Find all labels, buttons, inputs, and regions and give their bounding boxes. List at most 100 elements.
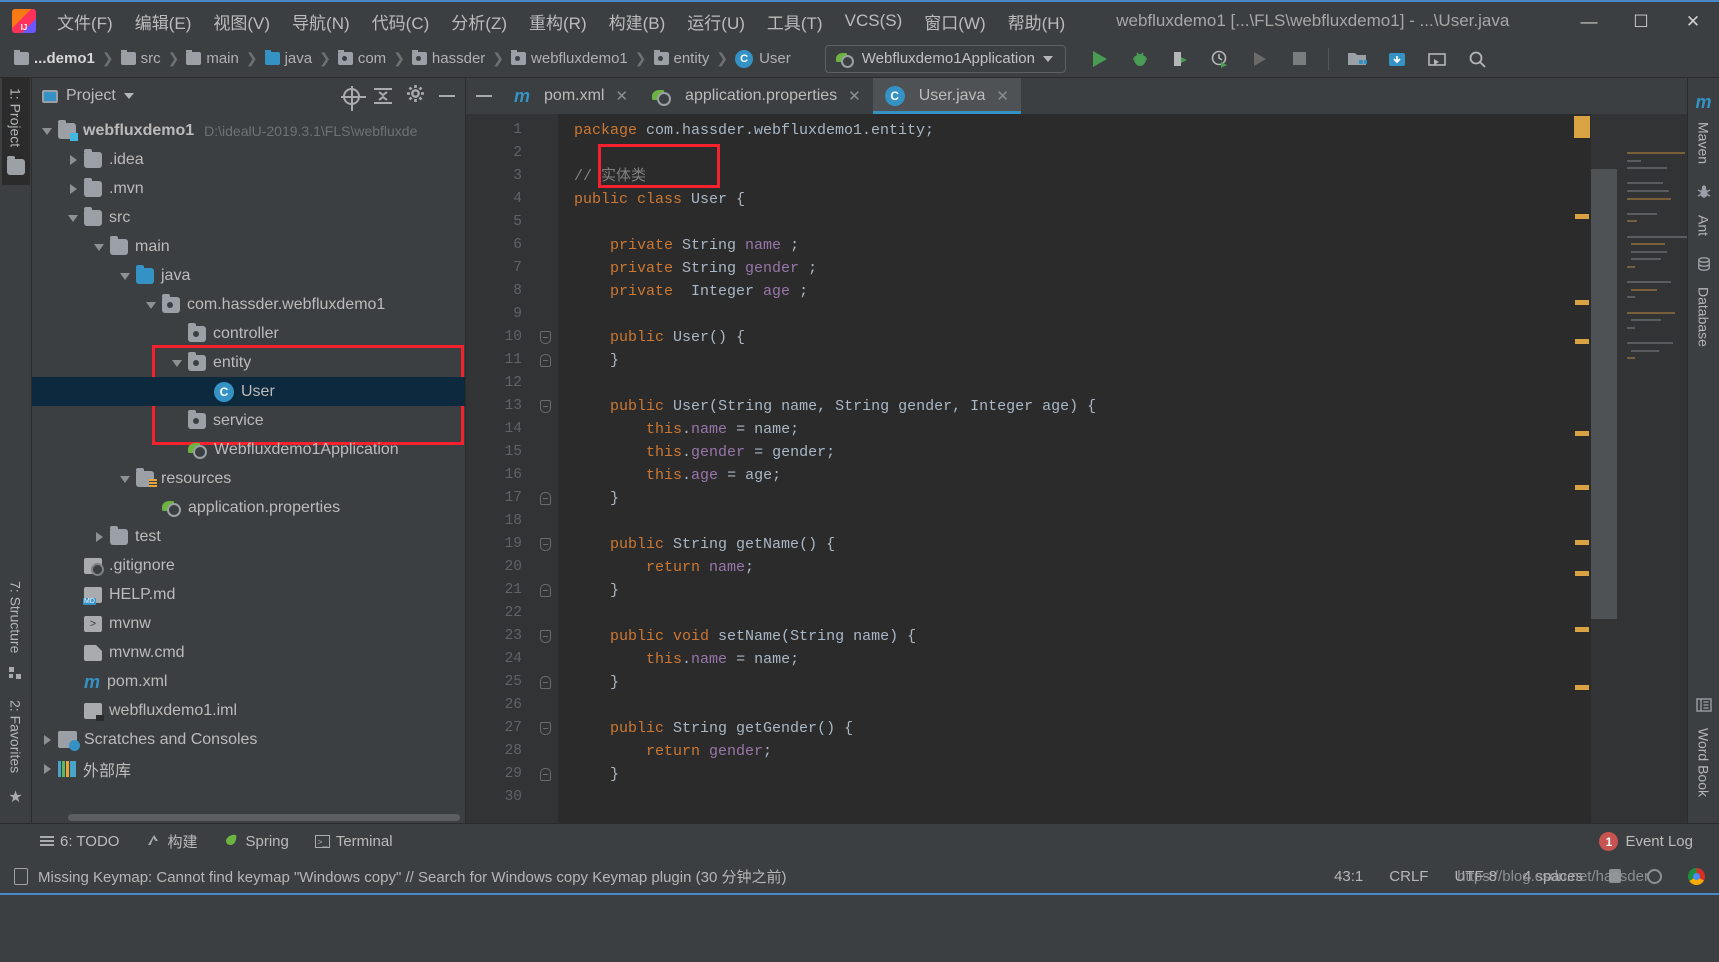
code-line[interactable]: public User() {: [574, 326, 1573, 349]
run-button[interactable]: [1080, 43, 1120, 75]
tree-item-user[interactable]: C User: [32, 377, 465, 406]
tree-item-service[interactable]: service: [32, 406, 465, 435]
error-stripe-marker[interactable]: [1575, 300, 1589, 305]
tree-item--gitignore[interactable]: .gitignore: [32, 551, 465, 580]
tree-item-resources[interactable]: resources: [32, 464, 465, 493]
tree-item-test[interactable]: test: [32, 522, 465, 551]
code-line[interactable]: this.name = name;: [574, 418, 1573, 441]
error-stripe-marker[interactable]: [1575, 485, 1589, 490]
chrome-icon[interactable]: [1688, 867, 1705, 885]
tree-item-scratches-and-consoles[interactable]: Scratches and Consoles: [32, 725, 465, 754]
minimize-button[interactable]: —: [1563, 2, 1615, 42]
screenshot-button[interactable]: [1417, 43, 1457, 75]
fold-marker-up[interactable]: [532, 487, 558, 510]
line-separator[interactable]: CRLF: [1389, 868, 1428, 885]
tree-item-application-properties[interactable]: application.properties: [32, 493, 465, 522]
code-line[interactable]: this.gender = gender;: [574, 441, 1573, 464]
fold-marker-down[interactable]: [532, 625, 558, 648]
tree-item--mvn[interactable]: .mvn: [32, 174, 465, 203]
close-button[interactable]: ✕: [1667, 2, 1719, 42]
menu-item-4[interactable]: 代码(C): [361, 4, 441, 39]
menu-item-12[interactable]: 帮助(H): [997, 4, 1077, 39]
chevron-down-icon[interactable]: [1042, 55, 1053, 62]
fold-marker-up[interactable]: [532, 763, 558, 786]
tree-item-webfluxdemo1application[interactable]: Webfluxdemo1Application: [32, 435, 465, 464]
breadcrumb-item-java[interactable]: java: [264, 49, 312, 67]
lock-icon[interactable]: [1609, 869, 1621, 883]
code-line[interactable]: public String getGender() {: [574, 717, 1573, 740]
inspection-face-icon[interactable]: [1647, 868, 1662, 884]
close-icon[interactable]: ✕: [848, 87, 861, 105]
code-line[interactable]: [574, 303, 1573, 326]
fold-gutter[interactable]: [532, 114, 558, 823]
sidebar-item-database[interactable]: Database: [1691, 246, 1717, 357]
indent-setting[interactable]: 4 spaces: [1523, 868, 1583, 885]
menu-item-3[interactable]: 导航(N): [281, 4, 361, 39]
fold-marker-up[interactable]: [532, 671, 558, 694]
code-line[interactable]: public void setName(String name) {: [574, 625, 1573, 648]
bottom-item-build[interactable]: 构建: [145, 831, 197, 852]
sidebar-item-project[interactable]: 1: Project: [1, 78, 30, 186]
fold-marker-up[interactable]: [532, 349, 558, 372]
maximize-button[interactable]: ☐: [1615, 2, 1667, 42]
breadcrumb-item-main[interactable]: main: [186, 49, 239, 67]
tree-item-mvnw-cmd[interactable]: mvnw.cmd: [32, 638, 465, 667]
menu-item-8[interactable]: 运行(U): [676, 4, 756, 39]
search-everywhere-button[interactable]: [1457, 43, 1497, 75]
chevron-down-icon[interactable]: [170, 355, 186, 371]
code-line[interactable]: }: [574, 763, 1573, 786]
code-line[interactable]: private String gender ;: [574, 257, 1573, 280]
chevron-right-icon[interactable]: [92, 529, 108, 545]
project-structure-button[interactable]: [1337, 43, 1377, 75]
chevron-right-icon[interactable]: [40, 732, 56, 748]
tab-user-java[interactable]: C User.java ✕: [872, 78, 1022, 114]
tree-item-mvnw[interactable]: > mvnw: [32, 609, 465, 638]
tree-item-com-hassder-webfluxdemo1[interactable]: com.hassder.webfluxdemo1: [32, 290, 465, 319]
menu-item-2[interactable]: 视图(V): [202, 4, 281, 39]
bottom-item-terminal[interactable]: >_ Terminal: [314, 833, 393, 850]
sidebar-item-favorites[interactable]: 2: Favorites ★: [3, 690, 29, 823]
project-view-chevron-icon[interactable]: [123, 93, 134, 99]
profiler-button[interactable]: [1200, 43, 1240, 75]
error-stripe-marker[interactable]: [1574, 116, 1590, 138]
chevron-down-icon[interactable]: [66, 210, 82, 226]
gear-icon[interactable]: [406, 84, 425, 108]
code-line[interactable]: public User(String name, String gender, …: [574, 395, 1573, 418]
source-code[interactable]: package com.hassder.webfluxdemo1.entity;…: [558, 114, 1573, 823]
rerun-button[interactable]: [1240, 43, 1280, 75]
tree-item-help-md[interactable]: HELP.md: [32, 580, 465, 609]
breadcrumb-item-src[interactable]: src: [120, 49, 161, 67]
fold-marker-down[interactable]: [532, 326, 558, 349]
sidebar-item-word-book[interactable]: Word Book: [1691, 687, 1717, 823]
collapse-all-icon[interactable]: [374, 88, 392, 104]
project-tree-horizontal-scrollbar[interactable]: [32, 811, 465, 823]
error-stripe-marker[interactable]: [1575, 540, 1589, 545]
stop-button[interactable]: [1280, 43, 1320, 75]
code-line[interactable]: [574, 372, 1573, 395]
code-line[interactable]: }: [574, 349, 1573, 372]
fold-marker-down[interactable]: [532, 533, 558, 556]
code-line[interactable]: }: [574, 671, 1573, 694]
error-stripe-marker[interactable]: [1575, 214, 1589, 219]
code-line[interactable]: return name;: [574, 556, 1573, 579]
code-line[interactable]: [574, 694, 1573, 717]
breadcrumb-item-com[interactable]: com: [337, 49, 386, 67]
error-stripe-marker[interactable]: [1575, 571, 1589, 576]
menu-item-9[interactable]: 工具(T): [756, 4, 834, 39]
tree-item-entity[interactable]: entity: [32, 348, 465, 377]
code-line[interactable]: public class User {: [574, 188, 1573, 211]
code-line[interactable]: // 实体类: [574, 165, 1573, 188]
tree-item--idea[interactable]: .idea: [32, 145, 465, 174]
run-configuration-selector[interactable]: Webfluxdemo1Application: [824, 44, 1066, 73]
tree-item-外部库[interactable]: 外部库: [32, 754, 465, 783]
breadcrumb-item-webfluxdemo1[interactable]: webfluxdemo1: [511, 49, 628, 67]
code-line[interactable]: [574, 510, 1573, 533]
event-log-button[interactable]: 1 Event Log: [1599, 832, 1693, 851]
bottom-item-todo[interactable]: 6: TODO: [40, 833, 119, 850]
run-with-coverage-button[interactable]: [1160, 43, 1200, 75]
tree-item-webfluxdemo1-iml[interactable]: webfluxdemo1.iml: [32, 696, 465, 725]
menu-item-1[interactable]: 编辑(E): [124, 4, 203, 39]
code-editor[interactable]: 1 2 3 4 5 6 7 8 9 10 11 12 13 14 15 16 17 18 19 20 21 22 23 24 2…: [466, 114, 1687, 823]
chevron-down-icon[interactable]: [118, 268, 134, 284]
code-line[interactable]: private String name ;: [574, 234, 1573, 257]
